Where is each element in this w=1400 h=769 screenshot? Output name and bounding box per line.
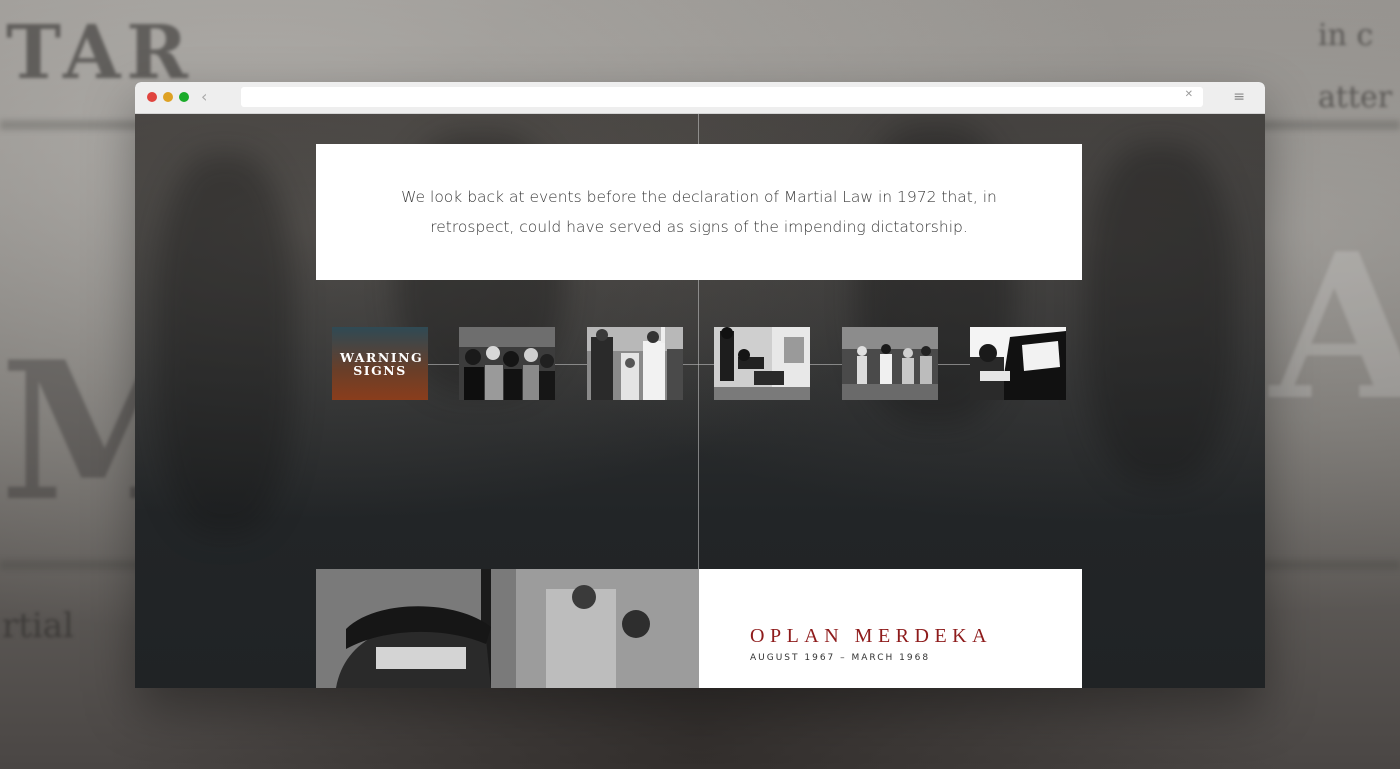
street-clash-photo[interactable] (714, 327, 810, 400)
window-close-dot[interactable] (147, 92, 157, 102)
backdrop-word: rtial (2, 606, 74, 646)
window-zoom-dot[interactable] (179, 92, 189, 102)
hamburger-menu-icon[interactable]: ≡ (1233, 89, 1245, 105)
address-bar[interactable]: ✕ (241, 87, 1203, 107)
page-viewport[interactable]: We look back at events before the declar… (135, 114, 1265, 688)
intro-card: We look back at events before the declar… (316, 144, 1082, 280)
background-figure (1085, 144, 1235, 484)
browser-toolbar: ‹ ✕ ≡ (135, 82, 1265, 114)
car-shooting-photo[interactable] (970, 327, 1066, 400)
story-dates: AUGUST 1967 – MARCH 1968 (750, 653, 931, 663)
close-icon[interactable]: ✕ (1185, 89, 1193, 100)
rebels-group-photo[interactable] (459, 327, 555, 400)
story-title: OPLAN MERDEKA (750, 625, 993, 647)
oplan-merdeka-photo[interactable] (316, 569, 699, 688)
back-arrow-icon[interactable]: ‹ (201, 87, 207, 106)
intro-text: We look back at events before the declar… (401, 188, 997, 236)
story-card[interactable]: OPLAN MERDEKA AUGUST 1967 – MARCH 1968 (699, 569, 1082, 688)
oath-taking-photo[interactable] (587, 327, 683, 400)
backdrop-word: atter (1318, 80, 1393, 115)
background-figure (155, 154, 295, 534)
window-minimize-dot[interactable] (163, 92, 173, 102)
backdrop-word: in c (1318, 18, 1374, 53)
warning-signs-label: WARNING SIGNS (340, 349, 424, 378)
crowd-riot-photo[interactable] (842, 327, 938, 400)
warning-signs-title-icon[interactable]: WARNING SIGNS (332, 327, 428, 400)
browser-window: ‹ ✕ ≡ We look back at events before the … (135, 82, 1265, 688)
timeline-connector (332, 364, 1066, 365)
backdrop-glyph: A (1270, 210, 1400, 445)
